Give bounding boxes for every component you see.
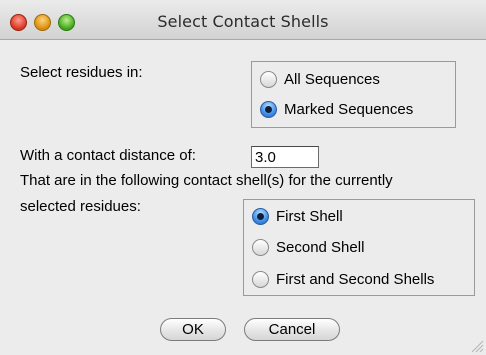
radio-label: First Shell	[276, 207, 343, 225]
contact-distance-label: With a contact distance of:	[20, 147, 196, 164]
radio-all-sequences[interactable]: All Sequences	[260, 68, 380, 90]
residues-radio-group: All Sequences Marked Sequences	[251, 61, 456, 128]
cancel-button[interactable]: Cancel	[244, 318, 340, 341]
radio-label: Marked Sequences	[284, 100, 414, 118]
radio-button-selected-icon[interactable]	[252, 207, 269, 225]
radio-label: Second Shell	[276, 238, 365, 256]
radio-button-icon[interactable]	[260, 70, 277, 88]
radio-first-shell[interactable]: First Shell	[252, 205, 343, 227]
radio-second-shell[interactable]: Second Shell	[252, 236, 364, 258]
contact-distance-input[interactable]	[251, 146, 319, 168]
radio-marked-sequences[interactable]: Marked Sequences	[260, 98, 413, 120]
radio-button-icon[interactable]	[252, 238, 269, 256]
window-title: Select Contact Shells	[157, 12, 329, 31]
ok-button[interactable]: OK	[160, 318, 226, 341]
radio-button-icon[interactable]	[252, 270, 269, 288]
shells-radio-group: First Shell Second Shell First and Secon…	[243, 199, 475, 296]
title-bar[interactable]: Select Contact Shells	[0, 0, 486, 40]
shells-description-line1: That are in the following contact shell(…	[20, 172, 393, 189]
dialog-window: Select Contact Shells Select residues in…	[0, 0, 486, 355]
radio-label: All Sequences	[284, 70, 380, 88]
resize-grip-icon[interactable]	[470, 339, 484, 353]
shells-description-line2: selected residues:	[20, 198, 141, 215]
radio-first-and-second-shells[interactable]: First and Second Shells	[252, 268, 434, 290]
select-residues-label: Select residues in:	[20, 64, 143, 81]
radio-button-selected-icon[interactable]	[260, 100, 277, 118]
radio-label: First and Second Shells	[276, 270, 435, 288]
